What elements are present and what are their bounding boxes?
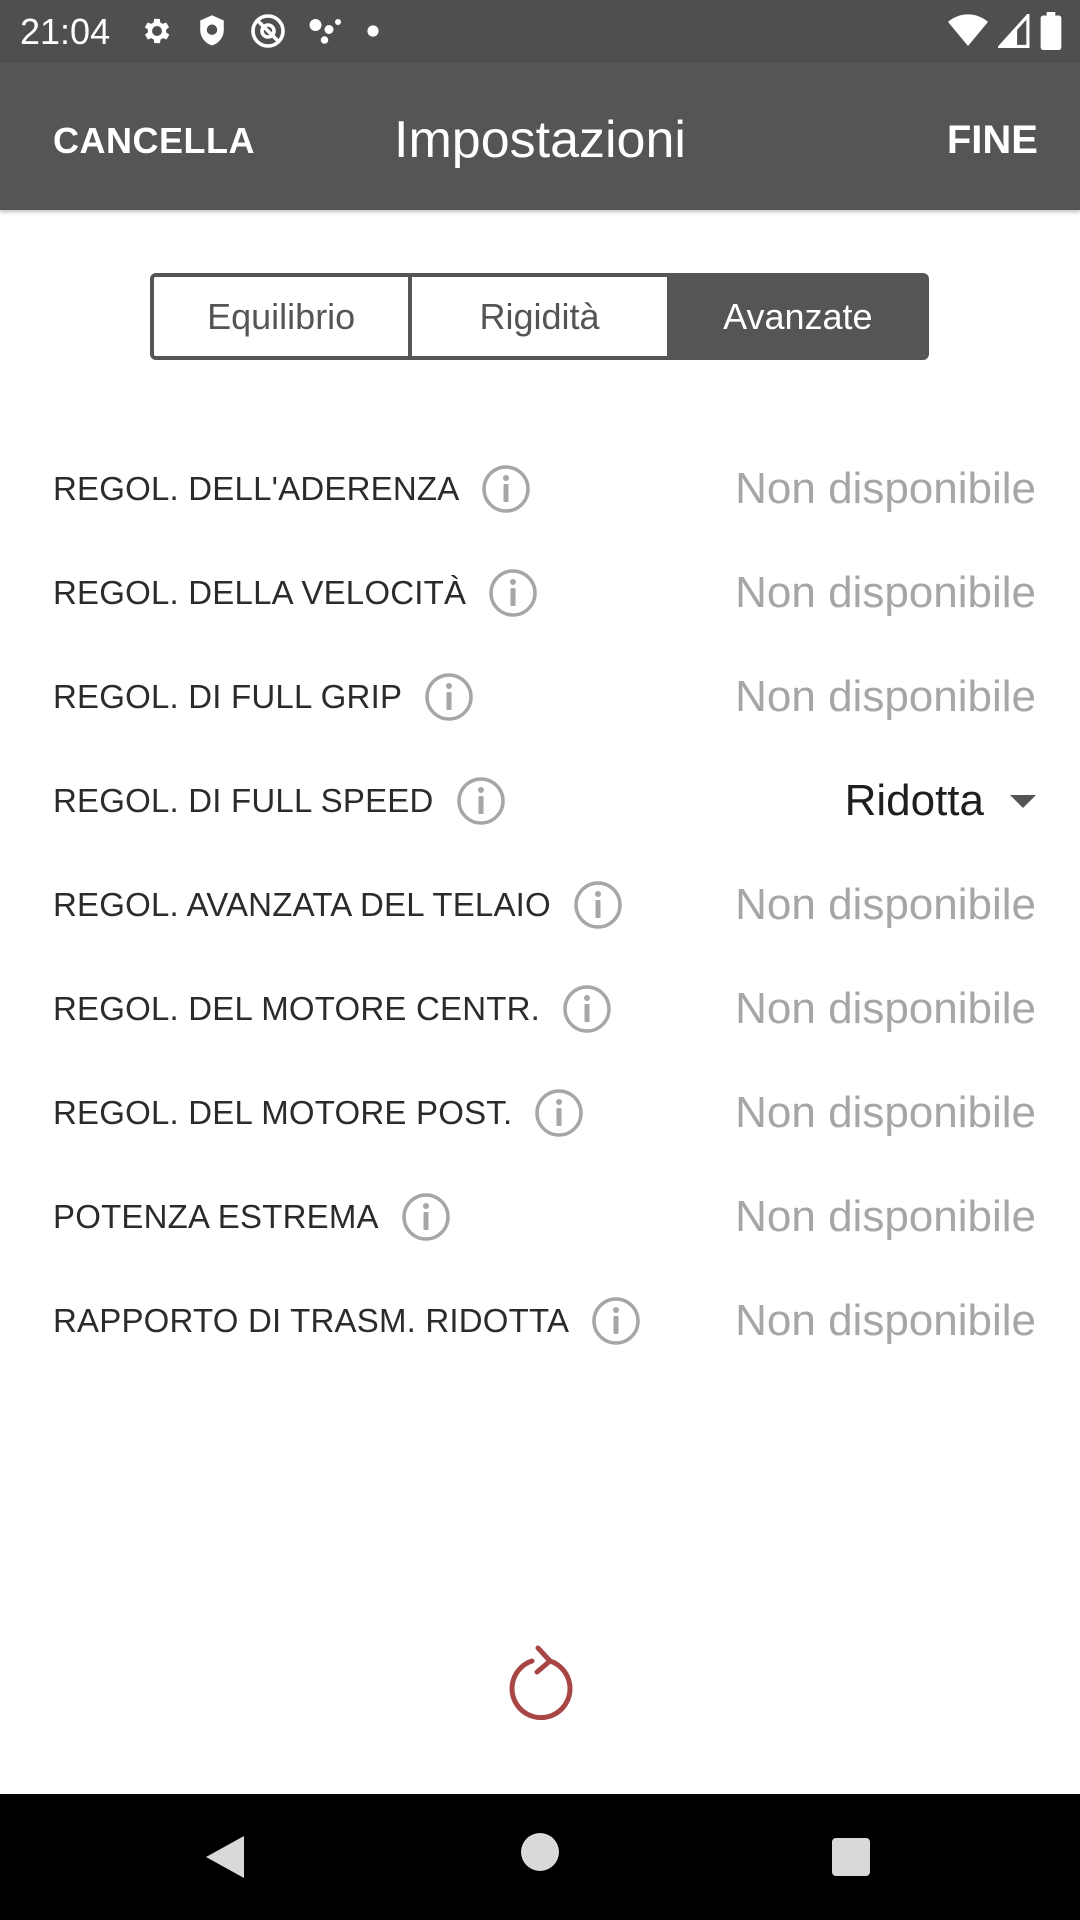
tab-equilibrio[interactable]: Equilibrio <box>154 277 409 356</box>
info-icon[interactable] <box>562 984 612 1034</box>
info-icon[interactable] <box>456 776 506 826</box>
setting-row: REGOL. DEL MOTORE CENTR. Non disponibile <box>0 957 1080 1061</box>
home-icon[interactable] <box>520 1832 560 1872</box>
at-sign-icon <box>251 14 285 48</box>
dot-icon <box>367 25 379 37</box>
setting-row: POTENZA ESTREMA Non disponibile <box>0 1165 1080 1269</box>
info-icon[interactable] <box>488 568 538 618</box>
dropdown-selected-value: Ridotta <box>844 776 984 825</box>
settings-icon <box>144 18 170 44</box>
setting-label: REGOL. DELL'ADERENZA <box>53 470 460 507</box>
setting-label-group: REGOL. DEL MOTORE CENTR. <box>53 957 612 1061</box>
full-speed-dropdown[interactable]: Ridotta <box>845 749 1036 853</box>
info-icon[interactable] <box>573 880 623 930</box>
status-icons-left <box>140 13 380 49</box>
setting-row: REGOL. DEL MOTORE POST. Non disponibile <box>0 1061 1080 1165</box>
setting-value: Non disponibile <box>735 880 1036 929</box>
status-icons-right <box>948 12 1062 50</box>
setting-row: REGOL. DI FULL GRIP Non disponibile <box>0 645 1080 749</box>
setting-label: REGOL. DEL MOTORE POST. <box>53 1094 513 1131</box>
info-icon[interactable] <box>424 672 474 722</box>
setting-row: REGOL. DELLA VELOCITÀ Non disponibile <box>0 541 1080 645</box>
status-bar: 21:04 <box>0 0 1080 62</box>
setting-label: REGOL. AVANZATA DEL TELAIO <box>53 886 551 923</box>
setting-label: REGOL. DELLA VELOCITÀ <box>53 574 467 611</box>
wifi-icon <box>948 14 988 47</box>
setting-label: POTENZA ESTREMA <box>53 1198 379 1235</box>
setting-row: REGOL. AVANZATA DEL TELAIO Non disponibi… <box>0 853 1080 957</box>
status-time: 21:04 <box>20 11 111 52</box>
setting-label-group: REGOL. DI FULL SPEED <box>53 749 506 853</box>
setting-label-group: REGOL. DEL MOTORE POST. <box>53 1061 584 1165</box>
info-icon[interactable] <box>481 464 531 514</box>
cell-signal-icon <box>998 14 1030 48</box>
cancel-button[interactable]: CANCELLA <box>53 120 255 162</box>
setting-label-group: REGOL. DELLA VELOCITÀ <box>53 541 538 645</box>
system-nav-bar <box>0 1794 1080 1920</box>
shield-icon <box>200 15 224 46</box>
done-button[interactable]: FINE <box>947 118 1038 163</box>
setting-value: Non disponibile <box>735 672 1036 721</box>
setting-value: Non disponibile <box>735 464 1036 513</box>
setting-label: REGOL. DI FULL SPEED <box>53 782 434 819</box>
settings-tabs: Equilibrio Rigidità Avanzate <box>150 273 929 360</box>
setting-label-group: REGOL. DELL'ADERENZA <box>53 437 531 541</box>
setting-row: REGOL. DI FULL SPEED Ridotta <box>0 749 1080 853</box>
setting-value: Non disponibile <box>735 1088 1036 1137</box>
dots-cluster-icon <box>309 19 341 44</box>
recents-icon[interactable] <box>831 1837 871 1877</box>
info-icon[interactable] <box>534 1088 584 1138</box>
tab-avanzate[interactable]: Avanzate <box>666 277 925 356</box>
app-bar: Impostazioni CANCELLA FINE <box>0 62 1080 210</box>
info-icon[interactable] <box>591 1296 641 1346</box>
setting-row: RAPPORTO DI TRASM. RIDOTTA Non disponibi… <box>0 1269 1080 1373</box>
setting-label-group: REGOL. AVANZATA DEL TELAIO <box>53 853 623 957</box>
caret-down-icon <box>1010 794 1036 808</box>
setting-value: Non disponibile <box>735 568 1036 617</box>
reload-icon[interactable] <box>500 1645 582 1727</box>
battery-icon <box>1040 12 1062 50</box>
setting-label-group: REGOL. DI FULL GRIP <box>53 645 474 749</box>
setting-value: Non disponibile <box>735 1296 1036 1345</box>
setting-label: RAPPORTO DI TRASM. RIDOTTA <box>53 1302 570 1339</box>
tab-rigidita[interactable]: Rigidità <box>408 277 667 356</box>
back-icon[interactable] <box>204 1834 246 1880</box>
info-icon[interactable] <box>401 1192 451 1242</box>
setting-row: REGOL. DELL'ADERENZA Non disponibile <box>0 437 1080 541</box>
setting-value: Non disponibile <box>735 984 1036 1033</box>
setting-label: REGOL. DEL MOTORE CENTR. <box>53 990 541 1027</box>
setting-label-group: POTENZA ESTREMA <box>53 1165 451 1269</box>
setting-value: Non disponibile <box>735 1192 1036 1241</box>
setting-label: REGOL. DI FULL GRIP <box>53 678 403 715</box>
setting-label-group: RAPPORTO DI TRASM. RIDOTTA <box>53 1269 641 1373</box>
